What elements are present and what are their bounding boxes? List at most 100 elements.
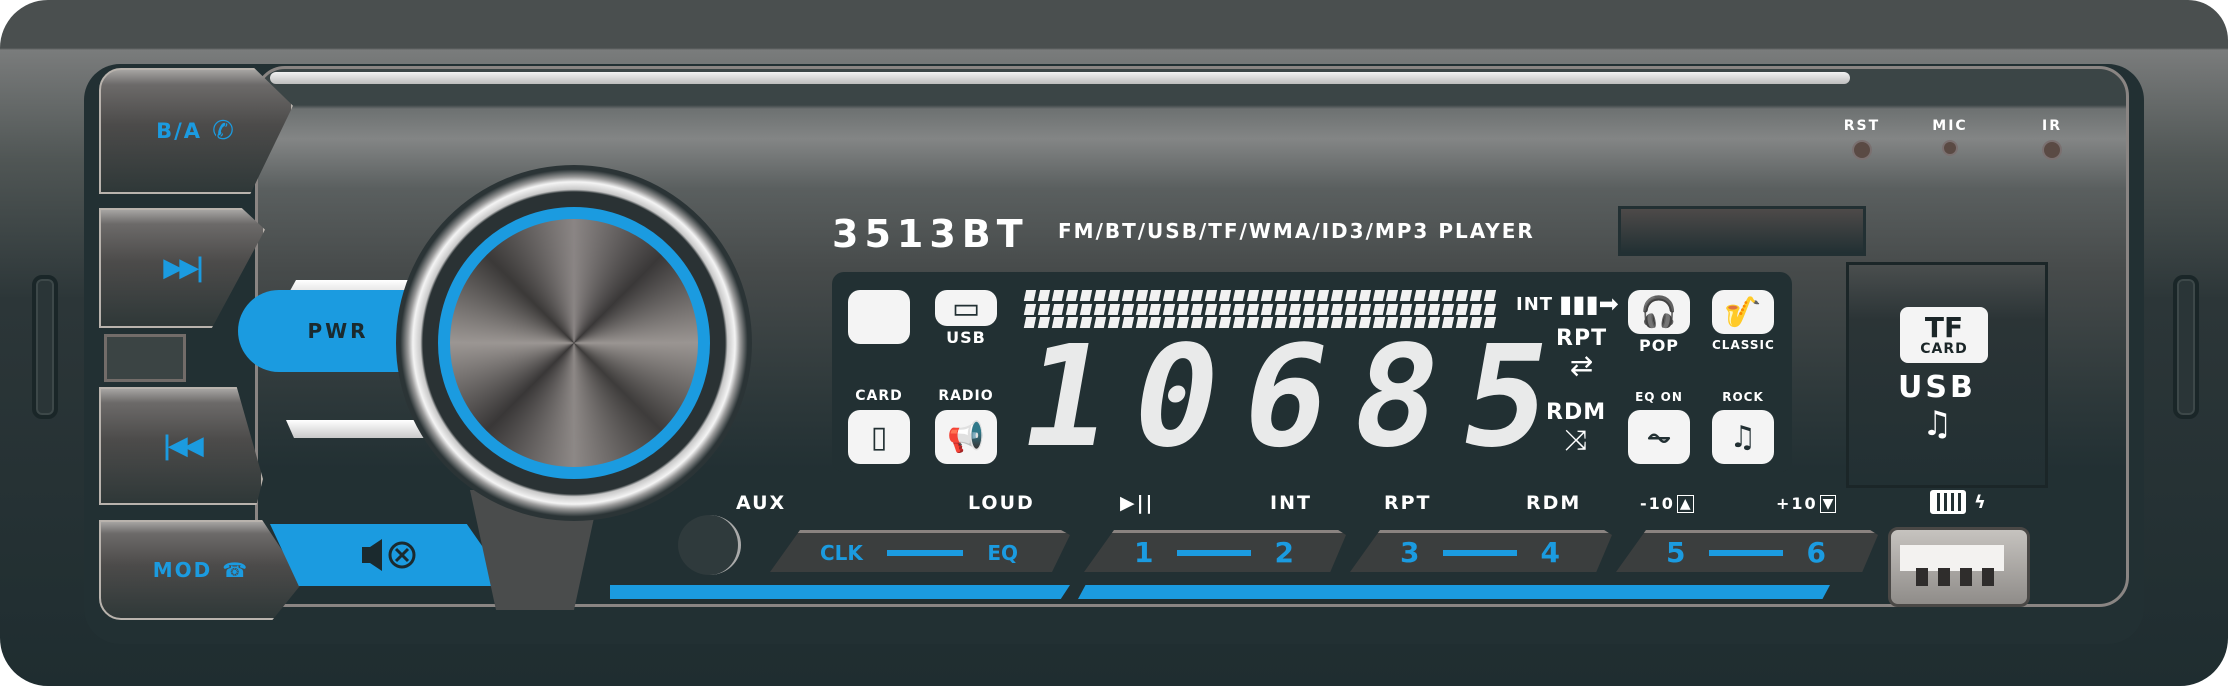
mic-label: MIC — [1932, 118, 1968, 134]
int-indicator-label: INT — [1516, 293, 1554, 315]
usb-source-label: USB — [946, 328, 986, 347]
ir-sensor — [2044, 142, 2060, 158]
preset-5-6-button[interactable]: 5 6 — [1616, 530, 1878, 572]
dot-matrix-segment — [1135, 290, 1148, 301]
blue-accent-bar-right — [1078, 585, 1830, 599]
dot-matrix-segment — [1135, 303, 1148, 315]
card-label: CARD — [1920, 341, 1968, 357]
dot-matrix-segment — [1219, 303, 1232, 315]
usb-stick-icon: ▭ — [935, 290, 997, 326]
preset-clk-eq-button[interactable]: CLK EQ — [770, 530, 1070, 572]
phone-icon: ✆ — [212, 116, 236, 146]
folder-up-label: +10 ▼ — [1776, 494, 1837, 513]
chrome-accent-lower — [286, 420, 426, 438]
dot-matrix-segment — [1414, 290, 1427, 301]
dot-matrix-segment — [1065, 290, 1078, 301]
usb-slot-label: USB — [1898, 370, 1976, 405]
dot-matrix-segment — [1121, 317, 1134, 328]
preset-3-4-button[interactable]: 3 4 — [1350, 530, 1612, 572]
dot-matrix-segment — [1400, 290, 1413, 301]
rdm-label: RDM — [1526, 492, 1582, 514]
repeat-icon: ⇄ — [1569, 349, 1594, 382]
preset-1-2-button[interactable]: 1 2 — [1084, 530, 1346, 572]
dot-matrix-segment — [1372, 303, 1385, 315]
radio-horn-icon: 📢 — [935, 410, 997, 464]
usb-pin — [1982, 568, 1994, 586]
dot-matrix-segment — [1344, 303, 1357, 315]
blank-tile-icon — [848, 290, 910, 344]
radio-source-label: RADIO — [938, 388, 994, 404]
model-subtitle: FM/BT/USB/TF/WMA/ID3/MP3 PLAYER — [1058, 219, 1535, 243]
dot-matrix-segment — [1191, 303, 1204, 315]
dot-matrix-segment — [1302, 290, 1315, 301]
music-note-icon: ♫ — [1922, 404, 1953, 444]
rst-hole[interactable] — [1854, 142, 1870, 158]
arrow-right-icon: ▮▮▮➡ — [1559, 290, 1619, 318]
aux-label: AUX — [736, 492, 787, 514]
rdm-indicator-label: RDM — [1546, 400, 1607, 425]
dot-matrix-segment — [1107, 290, 1120, 301]
preset-5-label: 5 — [1666, 536, 1686, 569]
dot-matrix-segment — [1219, 290, 1232, 301]
prev-track-button[interactable]: |◀◀ — [99, 387, 263, 505]
dot-matrix-segment — [1246, 303, 1260, 315]
volume-knob[interactable] — [438, 207, 710, 479]
dot-matrix-segment — [1386, 290, 1399, 301]
dot-matrix-segment — [1344, 290, 1357, 301]
dot-matrix-segment — [1023, 303, 1037, 315]
int-indicator: INT ▮▮▮➡ — [1516, 290, 1619, 318]
ba-label: B/A — [156, 119, 203, 143]
rst-label: RST — [1843, 118, 1881, 134]
dot-matrix-segment — [1469, 303, 1483, 315]
play-pause-icon: ▶|| — [1120, 492, 1155, 514]
dot-matrix-segment — [1149, 290, 1162, 301]
preset-divider — [1709, 549, 1783, 556]
dot-matrix-segment — [1442, 303, 1455, 315]
ir-indicator: IR — [2032, 118, 2072, 158]
right-release-slot — [2173, 275, 2199, 419]
dot-matrix-segment — [1302, 303, 1315, 315]
card-source-label: CARD — [855, 388, 903, 404]
rst-indicator: RST — [1842, 118, 1882, 158]
int-label: INT — [1270, 492, 1312, 514]
dot-matrix-segment — [1456, 303, 1469, 315]
rpt-label: RPT — [1384, 492, 1432, 514]
usb-pin — [1938, 568, 1950, 586]
dot-matrix-segment — [1163, 290, 1176, 301]
source-icon-usb: ▭ USB — [935, 290, 997, 347]
model-number: 3513BT — [832, 212, 1029, 256]
dot-matrix-segment — [1051, 290, 1064, 301]
dot-matrix-segment — [1274, 303, 1288, 315]
dot-matrix-segment — [1469, 290, 1483, 301]
sd-card-icon: ▯ — [848, 410, 910, 464]
folder-up-icon: ▲ — [1676, 494, 1694, 513]
dot-matrix-segment — [1121, 303, 1134, 315]
preset-divider — [886, 549, 964, 556]
rock-label: ROCK — [1722, 390, 1764, 404]
dot-matrix-segment — [1232, 303, 1246, 315]
dot-matrix-segment — [1344, 317, 1357, 328]
mod-label: MOD — [152, 558, 213, 582]
dot-matrix-segment — [1232, 317, 1246, 328]
dot-matrix-segment — [1037, 303, 1051, 315]
usb-port-pins — [1916, 568, 1994, 586]
freq-digit-2: 0 — [1119, 316, 1233, 479]
eq-icon-pop: 🎧 POP — [1628, 290, 1690, 355]
loud-label: LOUD — [968, 492, 1035, 514]
dot-matrix-segment — [1358, 290, 1371, 301]
ir-label: IR — [2042, 118, 2062, 134]
small-panel-button[interactable] — [104, 334, 186, 382]
dot-matrix-segment — [1260, 290, 1274, 301]
dot-matrix-segment — [1386, 303, 1399, 315]
headphones-icon: 🎧 — [1628, 290, 1690, 334]
prev-track-icon: |◀◀ — [162, 431, 203, 461]
hang-up-icon: ☎ — [222, 558, 250, 582]
dot-matrix-segment — [1372, 290, 1385, 301]
aux-input-jack[interactable] — [678, 515, 741, 575]
rpt-indicator: RPT ⇄ — [1556, 326, 1607, 381]
dot-matrix-segment — [1330, 290, 1343, 301]
dot-matrix-segment — [1483, 303, 1497, 315]
dot-matrix-segment — [1428, 303, 1441, 315]
dot-matrix-segment — [1051, 303, 1064, 315]
rdm-indicator: RDM ⤨ — [1546, 400, 1606, 455]
